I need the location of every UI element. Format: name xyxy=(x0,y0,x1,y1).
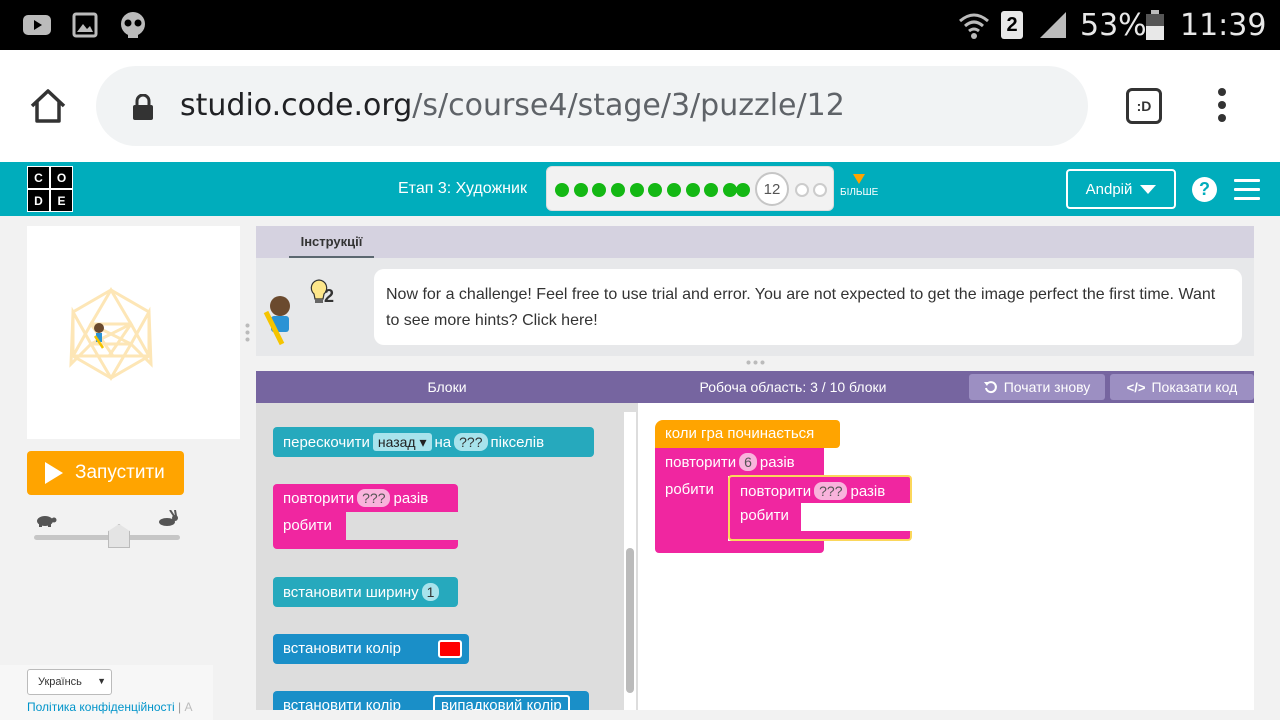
restart-icon xyxy=(983,381,997,394)
progress-dot[interactable] xyxy=(630,183,644,197)
signal-icon xyxy=(1040,12,1066,38)
random-color-value[interactable]: випадковий колір xyxy=(433,695,570,710)
block-set-color[interactable]: встановити колір xyxy=(273,634,469,664)
help-icon[interactable]: ? xyxy=(1192,177,1217,202)
progress-dot[interactable] xyxy=(704,183,718,197)
outer-repeat-do-arm[interactable]: робити xyxy=(655,476,728,548)
inner-repeat-do-arm[interactable]: робити xyxy=(728,503,801,531)
repeat-bottom-arm[interactable] xyxy=(273,540,458,549)
hint-count: 2 xyxy=(324,286,335,306)
overflow-menu-icon[interactable] xyxy=(1218,88,1230,128)
color-swatch[interactable] xyxy=(438,640,462,658)
width-value-field[interactable]: 1 xyxy=(421,583,440,601)
block-set-random-color[interactable]: встановити колір випадковий колір xyxy=(273,691,589,710)
sim-badge: 2 xyxy=(1001,11,1023,39)
progress-bar: 12 xyxy=(546,166,834,211)
progress-dot-empty[interactable] xyxy=(795,183,809,197)
footer-next-link[interactable]: А xyxy=(184,700,192,714)
inner-repeat-count-field[interactable]: ??? xyxy=(814,482,848,500)
tabs-button[interactable]: :D xyxy=(1126,88,1162,124)
logo-letter: O xyxy=(50,166,73,189)
block-when-run[interactable]: коли гра починається xyxy=(655,420,840,448)
workspace-header: Робоча область: 3 / 10 блоки Почати знов… xyxy=(638,371,1254,403)
toolbox-scroll-thumb[interactable] xyxy=(626,548,634,693)
progress-dot[interactable] xyxy=(592,183,606,197)
progress-dot[interactable] xyxy=(667,183,681,197)
outer-repeat-bottom-arm[interactable] xyxy=(655,541,824,553)
block-jump[interactable]: перескочити назад ▾ на??? пікселів xyxy=(273,427,594,457)
block-repeat-inner[interactable]: повторити??? разів xyxy=(728,475,912,503)
logo-letter: D xyxy=(27,189,50,212)
progress-dot[interactable] xyxy=(736,183,750,197)
instructions-text: Now for a challenge! Feel free to use tr… xyxy=(374,269,1242,345)
hamburger-menu-icon[interactable] xyxy=(1234,179,1260,206)
progress-dot[interactable] xyxy=(611,183,625,197)
youtube-icon xyxy=(23,15,51,35)
battery-icon xyxy=(1146,10,1164,40)
artist-visualization xyxy=(27,226,240,439)
progress-dot[interactable] xyxy=(686,183,700,197)
play-icon xyxy=(45,462,63,484)
lock-icon xyxy=(133,94,153,120)
resize-handle-horizontal[interactable] xyxy=(745,360,766,365)
workspace: коли гра починається повторити 6 разів роб… xyxy=(638,403,1254,710)
block-repeat[interactable]: повторити??? разів xyxy=(273,484,458,512)
privacy-link[interactable]: Політика конфіденційності | А xyxy=(27,700,192,714)
inner-repeat-bottom-arm[interactable] xyxy=(728,531,912,541)
jump-amount-field[interactable]: ??? xyxy=(454,433,488,451)
toolbox: перескочити назад ▾ на??? пікселів повторит… xyxy=(256,403,638,710)
wifi-icon xyxy=(959,13,989,39)
artist-drawing xyxy=(69,287,153,381)
stage-title[interactable]: Етап 3: Художник xyxy=(398,180,527,198)
gallery-icon xyxy=(72,12,98,38)
url-text: studio.code.org/s/course4/stage/3/puzzle… xyxy=(180,88,845,123)
progress-dot[interactable] xyxy=(648,183,662,197)
progress-dot[interactable] xyxy=(574,183,588,197)
code-icon: </> xyxy=(1126,379,1146,395)
caret-down-icon xyxy=(1140,184,1157,194)
code-logo[interactable]: C O D E xyxy=(27,166,73,212)
instructions-tab-bar xyxy=(256,226,1254,258)
logo-letter: E xyxy=(50,189,73,212)
address-bar[interactable]: studio.code.org/s/course4/stage/3/puzzle… xyxy=(96,66,1088,146)
clock: 11:39 xyxy=(1180,8,1267,43)
blocks-header: Блоки xyxy=(256,371,638,403)
block-repeat-outer[interactable]: повторити 6 разів xyxy=(655,448,824,476)
more-button[interactable]: БІЛЬШЕ xyxy=(840,174,878,198)
progress-dot-empty[interactable] xyxy=(813,183,827,197)
tab-instructions[interactable]: Інструкції xyxy=(289,232,374,258)
language-select[interactable]: Українсь ▼ xyxy=(27,669,112,695)
direction-dropdown[interactable]: назад ▾ xyxy=(372,433,432,451)
battery-percent: 53% xyxy=(1080,8,1147,43)
rabbit-icon xyxy=(159,510,178,526)
logo-letter: C xyxy=(27,166,50,189)
run-button[interactable]: Запустити xyxy=(27,451,184,495)
repeat-do-arm[interactable]: робити xyxy=(273,512,346,540)
outer-repeat-count-field[interactable]: 6 xyxy=(739,453,757,471)
progress-dot[interactable] xyxy=(555,183,569,197)
speed-slider-track[interactable] xyxy=(34,535,180,540)
android-status-bar: 2 53% 11:39 xyxy=(0,0,1280,50)
codeorg-header: C O D E Етап 3: Художник 12 БІЛЬШЕ Andрі… xyxy=(0,162,1280,216)
home-icon[interactable] xyxy=(28,86,68,126)
user-menu-button[interactable]: Andрій xyxy=(1066,169,1176,209)
turtle-icon xyxy=(37,516,57,527)
character-avatar xyxy=(263,296,290,346)
caret-down-icon: ▼ xyxy=(97,676,106,686)
restart-button[interactable]: Почати знову xyxy=(969,374,1105,400)
repeat-count-field[interactable]: ??? xyxy=(357,489,391,507)
skull-icon xyxy=(121,12,145,38)
chevron-down-icon xyxy=(853,174,866,184)
workspace-title: Робоча область: 3 / 10 блоки xyxy=(699,379,887,395)
resize-handle-vertical[interactable] xyxy=(245,322,250,343)
show-code-button[interactable]: </> Показати код xyxy=(1110,374,1254,400)
current-puzzle-bubble[interactable]: 12 xyxy=(755,172,789,206)
browser-toolbar: studio.code.org/s/course4/stage/3/puzzle… xyxy=(0,50,1280,162)
speed-slider-handle[interactable] xyxy=(108,524,130,548)
footer-separator: | xyxy=(178,700,182,714)
block-set-width[interactable]: встановити ширину 1 xyxy=(273,577,458,607)
progress-dot[interactable] xyxy=(723,183,737,197)
